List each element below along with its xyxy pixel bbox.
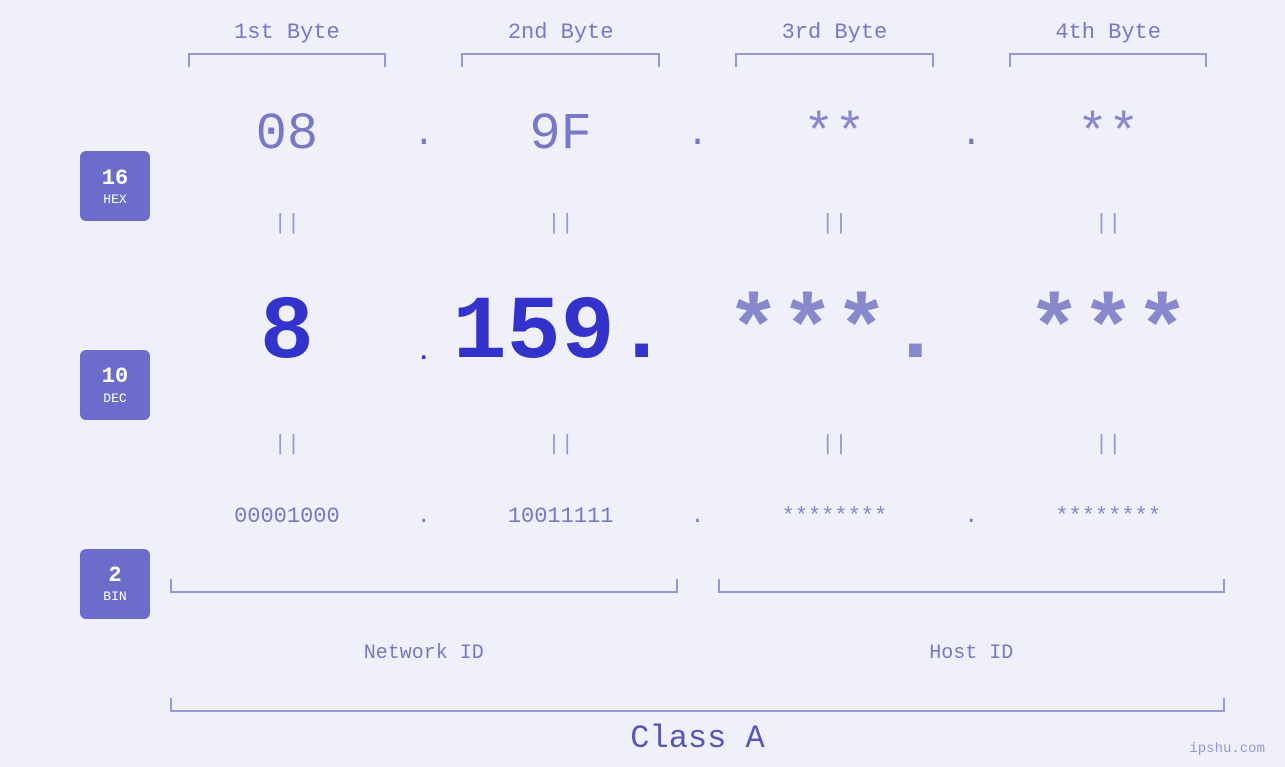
- bin-row: 00001000 . 10011111 . ******** .: [170, 504, 1225, 529]
- dec-badge-num: 10: [102, 364, 128, 390]
- bin-badge-num: 2: [108, 563, 121, 589]
- hex-b2-cell: 9F: [444, 105, 678, 164]
- hex-b2-value: 9F: [529, 105, 591, 164]
- dec-b3-cell: ***.: [718, 283, 952, 385]
- dec-dot3: [951, 314, 991, 354]
- hex-dot1: .: [404, 114, 444, 155]
- bin-dot1: .: [404, 504, 444, 529]
- dec-dot2: [678, 314, 718, 354]
- byte3-bracket: [735, 53, 934, 67]
- hex-b3-cell: **: [718, 105, 952, 164]
- bin-b2-cell: 10011111: [444, 504, 678, 529]
- class-label: Class A: [170, 720, 1225, 757]
- bin-dot3: .: [951, 504, 991, 529]
- bin-b4-cell: ********: [991, 504, 1225, 529]
- byte2-label: 2nd Byte: [508, 20, 614, 45]
- host-id-bracket: [718, 579, 1226, 593]
- eq7: ||: [718, 432, 952, 457]
- dec-badge-label: DEC: [103, 391, 126, 406]
- byte2-col: 2nd Byte: [444, 20, 678, 67]
- eq1: ||: [170, 211, 404, 236]
- dec-b4-cell: ***: [991, 283, 1225, 385]
- watermark: ipshu.com: [1189, 741, 1265, 757]
- byte1-label: 1st Byte: [234, 20, 340, 45]
- bin-b2-value: 10011111: [508, 504, 614, 529]
- bin-b4-value: ********: [1055, 504, 1161, 529]
- hex-b1-value: 08: [256, 105, 318, 164]
- class-bracket: [170, 698, 1225, 712]
- eq4: ||: [991, 211, 1225, 236]
- eq3: ||: [718, 211, 952, 236]
- hex-b1-cell: 08: [170, 105, 404, 164]
- eq8: ||: [991, 432, 1225, 457]
- hex-badge: 16 HEX: [80, 151, 150, 221]
- eq6: ||: [444, 432, 678, 457]
- dec-b1-cell: 8: [170, 283, 404, 385]
- byte2-bracket: [461, 53, 660, 67]
- hex-dot2: .: [678, 114, 718, 155]
- byte4-label: 4th Byte: [1055, 20, 1161, 45]
- dec-row: 8 . 159. ***. ***: [170, 283, 1225, 385]
- byte1-bracket: [188, 53, 387, 67]
- byte3-col: 3rd Byte: [718, 20, 952, 67]
- bin-badge: 2 BIN: [80, 549, 150, 619]
- bin-b1-cell: 00001000: [170, 504, 404, 529]
- bin-b3-cell: ********: [718, 504, 952, 529]
- dec-b1-value: 8: [260, 283, 314, 385]
- dec-badge: 10 DEC: [80, 350, 150, 420]
- hex-dot3: .: [951, 114, 991, 155]
- main-page: 1st Byte 2nd Byte 3rd Byte 4th Byte 16 H…: [0, 0, 1285, 767]
- bin-b3-value: ********: [782, 504, 888, 529]
- network-id-label: Network ID: [170, 642, 678, 665]
- equals-row-1: || || || ||: [170, 209, 1225, 238]
- byte4-col: 4th Byte: [991, 20, 1225, 67]
- dec-b2-cell: 159.: [444, 283, 678, 385]
- equals-row-2: || || || ||: [170, 430, 1225, 459]
- eq5: ||: [170, 432, 404, 457]
- host-id-label: Host ID: [718, 642, 1226, 665]
- eq2: ||: [444, 211, 678, 236]
- hex-b3-value: **: [803, 105, 865, 164]
- badges-column: 16 HEX 10 DEC 2 BIN: [60, 77, 170, 693]
- byte4-bracket: [1009, 53, 1208, 67]
- dec-b3-value: ***.: [726, 283, 942, 385]
- hex-b4-value: **: [1077, 105, 1139, 164]
- class-section: Class A: [60, 698, 1225, 757]
- hex-badge-num: 16: [102, 166, 128, 192]
- dec-b4-value: ***: [1027, 283, 1189, 385]
- network-id-bracket: [170, 579, 678, 593]
- byte1-col: 1st Byte: [170, 20, 404, 67]
- hex-b4-cell: **: [991, 105, 1225, 164]
- hex-row: 08 . 9F . ** . **: [170, 105, 1225, 164]
- hex-badge-label: HEX: [103, 192, 126, 207]
- dec-b2-value: 159.: [453, 283, 669, 385]
- bin-badge-label: BIN: [103, 589, 126, 604]
- dec-dot1: .: [404, 300, 444, 367]
- byte3-label: 3rd Byte: [782, 20, 888, 45]
- bin-b1-value: 00001000: [234, 504, 340, 529]
- bin-dot2: .: [678, 504, 718, 529]
